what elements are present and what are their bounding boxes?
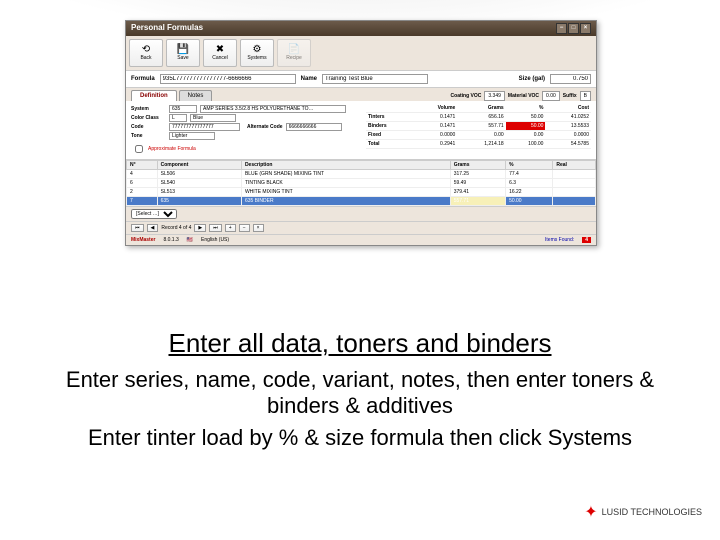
approximate-checkbox[interactable] (135, 145, 143, 153)
record-text: Record 4 of 4 (161, 225, 191, 231)
flag-icon: 🇺🇸 (187, 237, 193, 243)
recipe-label: Recipe (286, 55, 302, 61)
coating-voc-label: Coating VOC (451, 93, 482, 99)
save-icon: 💾 (177, 45, 189, 55)
cc-code-input[interactable] (169, 114, 187, 122)
colorclass-label: Color Class (131, 115, 166, 121)
nav-next[interactable]: ▶ (194, 224, 206, 232)
formula-code-input[interactable] (160, 74, 296, 84)
table-row[interactable]: 2SL513WHITE MIXING TINT379.4116.22 (127, 188, 596, 197)
definition-fields: System Color Class Code Alternate Code To… (131, 104, 356, 156)
tab-notes[interactable]: Notes (179, 90, 213, 101)
coating-voc-value: 3.349 (484, 91, 505, 101)
systems-icon: ⚙ (253, 45, 262, 55)
systems-button[interactable]: ⚙Systems (240, 39, 274, 67)
cancel-button[interactable]: ✖Cancel (203, 39, 237, 67)
nav-refresh[interactable]: × (253, 224, 264, 232)
suffix-label: Suffix (563, 93, 577, 99)
voc-bar: Coating VOC3.349 Material VOC0.00 Suffix… (451, 90, 591, 101)
toolbar: ⟲Back 💾Save ✖Cancel ⚙Systems 📄Recipe (126, 36, 596, 71)
component-select[interactable]: [Select …] (131, 209, 177, 219)
nav-prev[interactable]: ◀ (147, 224, 159, 232)
size-label: Size (gal) (519, 76, 545, 82)
material-voc-label: Material VOC (508, 93, 539, 99)
window-title: Personal Formulas (131, 23, 203, 34)
system-code-input[interactable] (169, 105, 197, 113)
record-nav: ⏮ ◀ Record 4 of 4 ▶ ⏭ + − × (126, 221, 596, 234)
approximate-row: Approximate Formula (131, 142, 356, 156)
suffix-value: B (580, 91, 591, 101)
code-label: Code (131, 124, 166, 130)
language: English (US) (201, 237, 229, 243)
caption-3: Enter tinter load by % & size formula th… (30, 425, 690, 451)
systems-label: Systems (247, 55, 266, 61)
close-icon[interactable]: × (580, 23, 591, 34)
minimize-icon[interactable]: − (556, 23, 567, 34)
status-bar: MixMaster 8.0.1.3 🇺🇸 English (US) Items … (126, 234, 596, 245)
nav-del[interactable]: − (239, 224, 250, 232)
items-found-count: 4 (582, 237, 591, 243)
cancel-icon: ✖ (216, 45, 224, 55)
logo-text: LUSID TECHNOLOGIES (602, 507, 702, 517)
app-name: MixMaster (131, 237, 155, 243)
table-row[interactable]: 7635635 BINDER557.7150.00 (127, 197, 596, 206)
recipe-icon: 📄 (288, 45, 300, 55)
app-version: 8.0.1.3 (163, 237, 178, 243)
save-label: Save (177, 55, 188, 61)
component-grid: N°ComponentDescriptionGrams%Real4SL506BL… (126, 160, 596, 206)
caption-2: Enter series, name, code, variant, notes… (30, 367, 690, 419)
system-name-input[interactable] (200, 105, 346, 113)
nav-last[interactable]: ⏭ (209, 224, 222, 232)
name-label: Name (301, 76, 317, 82)
nav-add[interactable]: + (225, 224, 236, 232)
nav-first[interactable]: ⏮ (131, 224, 144, 232)
items-found-label: Items Found: (545, 237, 574, 243)
grid-toolbar: [Select …] (126, 206, 596, 221)
back-label: Back (140, 55, 151, 61)
table-row[interactable]: 6SL540TINTING BLACK59.496.3 (127, 179, 596, 188)
name-input[interactable] (322, 74, 428, 84)
approximate-label: Approximate Formula (148, 146, 196, 152)
recipe-button[interactable]: 📄Recipe (277, 39, 311, 67)
back-button[interactable]: ⟲Back (129, 39, 163, 67)
altcode-label: Alternate Code (247, 124, 283, 130)
tone-input[interactable] (169, 132, 215, 140)
caption-1: Enter all data, toners and binders (0, 328, 720, 359)
code-input[interactable] (169, 123, 240, 131)
formula-header: Formula Name Size (gal) (126, 71, 596, 88)
window-controls: − □ × (556, 23, 591, 34)
size-input[interactable] (550, 74, 591, 84)
table-row[interactable]: 4SL506BLUE (GRN SHADE) MIXING TINT317.25… (127, 170, 596, 179)
definition-panel: System Color Class Code Alternate Code To… (126, 101, 596, 160)
back-icon: ⟲ (142, 45, 150, 55)
tone-label: Tone (131, 133, 166, 139)
altcode-input[interactable] (286, 123, 342, 131)
cancel-label: Cancel (212, 55, 228, 61)
tab-definition[interactable]: Definition (131, 90, 177, 101)
tabs: Definition Notes Coating VOC3.349 Materi… (126, 88, 596, 101)
logo-star-icon: ✦ (584, 502, 597, 522)
maximize-icon[interactable]: □ (568, 23, 579, 34)
summary-table: VolumeGrams%CostTinters0.1471656.1650.00… (366, 104, 591, 156)
system-label: System (131, 106, 166, 112)
cc-name-input[interactable] (190, 114, 236, 122)
slide-captions: Enter all data, toners and binders Enter… (0, 320, 720, 457)
titlebar: Personal Formulas − □ × (126, 21, 596, 36)
save-button[interactable]: 💾Save (166, 39, 200, 67)
formula-label: Formula (131, 76, 155, 82)
material-voc-value: 0.00 (542, 91, 560, 101)
app-window: Personal Formulas − □ × ⟲Back 💾Save ✖Can… (125, 20, 597, 246)
logo: ✦ LUSID TECHNOLOGIES (584, 502, 702, 522)
